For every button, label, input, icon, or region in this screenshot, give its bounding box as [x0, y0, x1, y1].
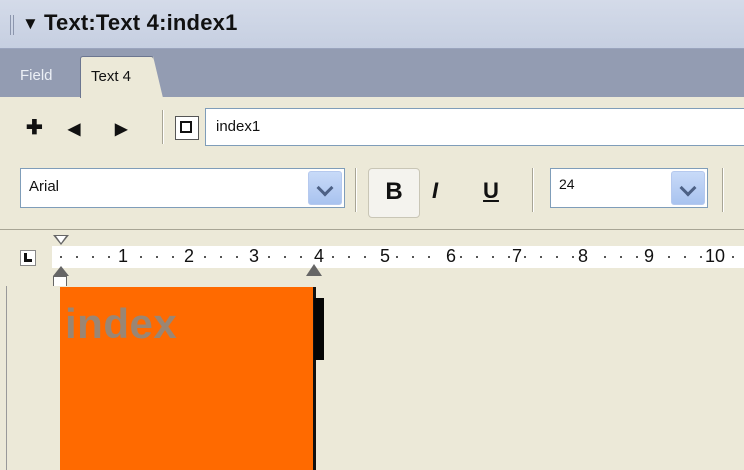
separator — [162, 110, 163, 144]
gripper-icon[interactable] — [10, 15, 16, 35]
ruler-number: 2 — [182, 246, 197, 266]
ruler-number: 7 — [510, 246, 525, 266]
separator — [722, 168, 723, 212]
underline-button[interactable]: U — [466, 168, 516, 216]
expand-arrow-icon[interactable]: ▼ — [22, 13, 39, 35]
ruler-number: 1 — [116, 246, 131, 266]
panel-title-bar: ▼ Text:Text 4:index1 — [0, 0, 744, 49]
font-select-value: Arial — [29, 178, 60, 195]
ruler-number: 6 — [444, 246, 459, 266]
text-cursor — [314, 298, 324, 360]
ruler-number: 3 — [247, 246, 262, 266]
left-indent-marker[interactable] — [53, 266, 69, 276]
ruler-number: 9 — [642, 246, 657, 266]
member-type-icon[interactable] — [175, 116, 199, 140]
separator — [355, 168, 356, 212]
tab-text-4[interactable]: Text 4 — [80, 56, 163, 98]
ruler-number: 4 — [312, 246, 327, 266]
tab-text-4-label: Text 4 — [91, 68, 132, 85]
ruler-number: 8 — [576, 246, 591, 266]
font-size-value: 24 — [559, 176, 575, 192]
add-icon[interactable]: ✚ — [26, 116, 43, 140]
panel-title: Text:Text 4:index1 — [44, 10, 238, 35]
text-content[interactable]: index — [65, 300, 177, 348]
next-icon[interactable]: ▶ — [115, 118, 127, 142]
font-size-select[interactable]: 24 — [550, 168, 708, 208]
member-name-value: index1 — [216, 118, 261, 135]
previous-icon[interactable]: ◀ — [68, 118, 80, 142]
tab-field[interactable]: Field — [20, 66, 53, 86]
italic-button[interactable]: I — [410, 168, 460, 216]
right-indent-marker[interactable] — [306, 264, 322, 276]
first-indent-marker-inner — [56, 236, 66, 243]
member-name-field[interactable]: index1 — [205, 108, 744, 146]
dropdown-arrow-icon[interactable] — [308, 171, 342, 205]
font-select[interactable]: Arial — [20, 168, 345, 208]
margin-line — [6, 286, 7, 470]
dropdown-arrow-icon[interactable] — [671, 171, 705, 205]
ruler: 1 2 3 4 5 6 7 8 9 10 — [0, 229, 744, 287]
tab-fold — [153, 56, 163, 98]
ruler-number: 5 — [378, 246, 393, 266]
ruler-corner-icon[interactable] — [20, 250, 36, 266]
separator — [532, 168, 533, 212]
ruler-number: 10 — [703, 246, 728, 266]
